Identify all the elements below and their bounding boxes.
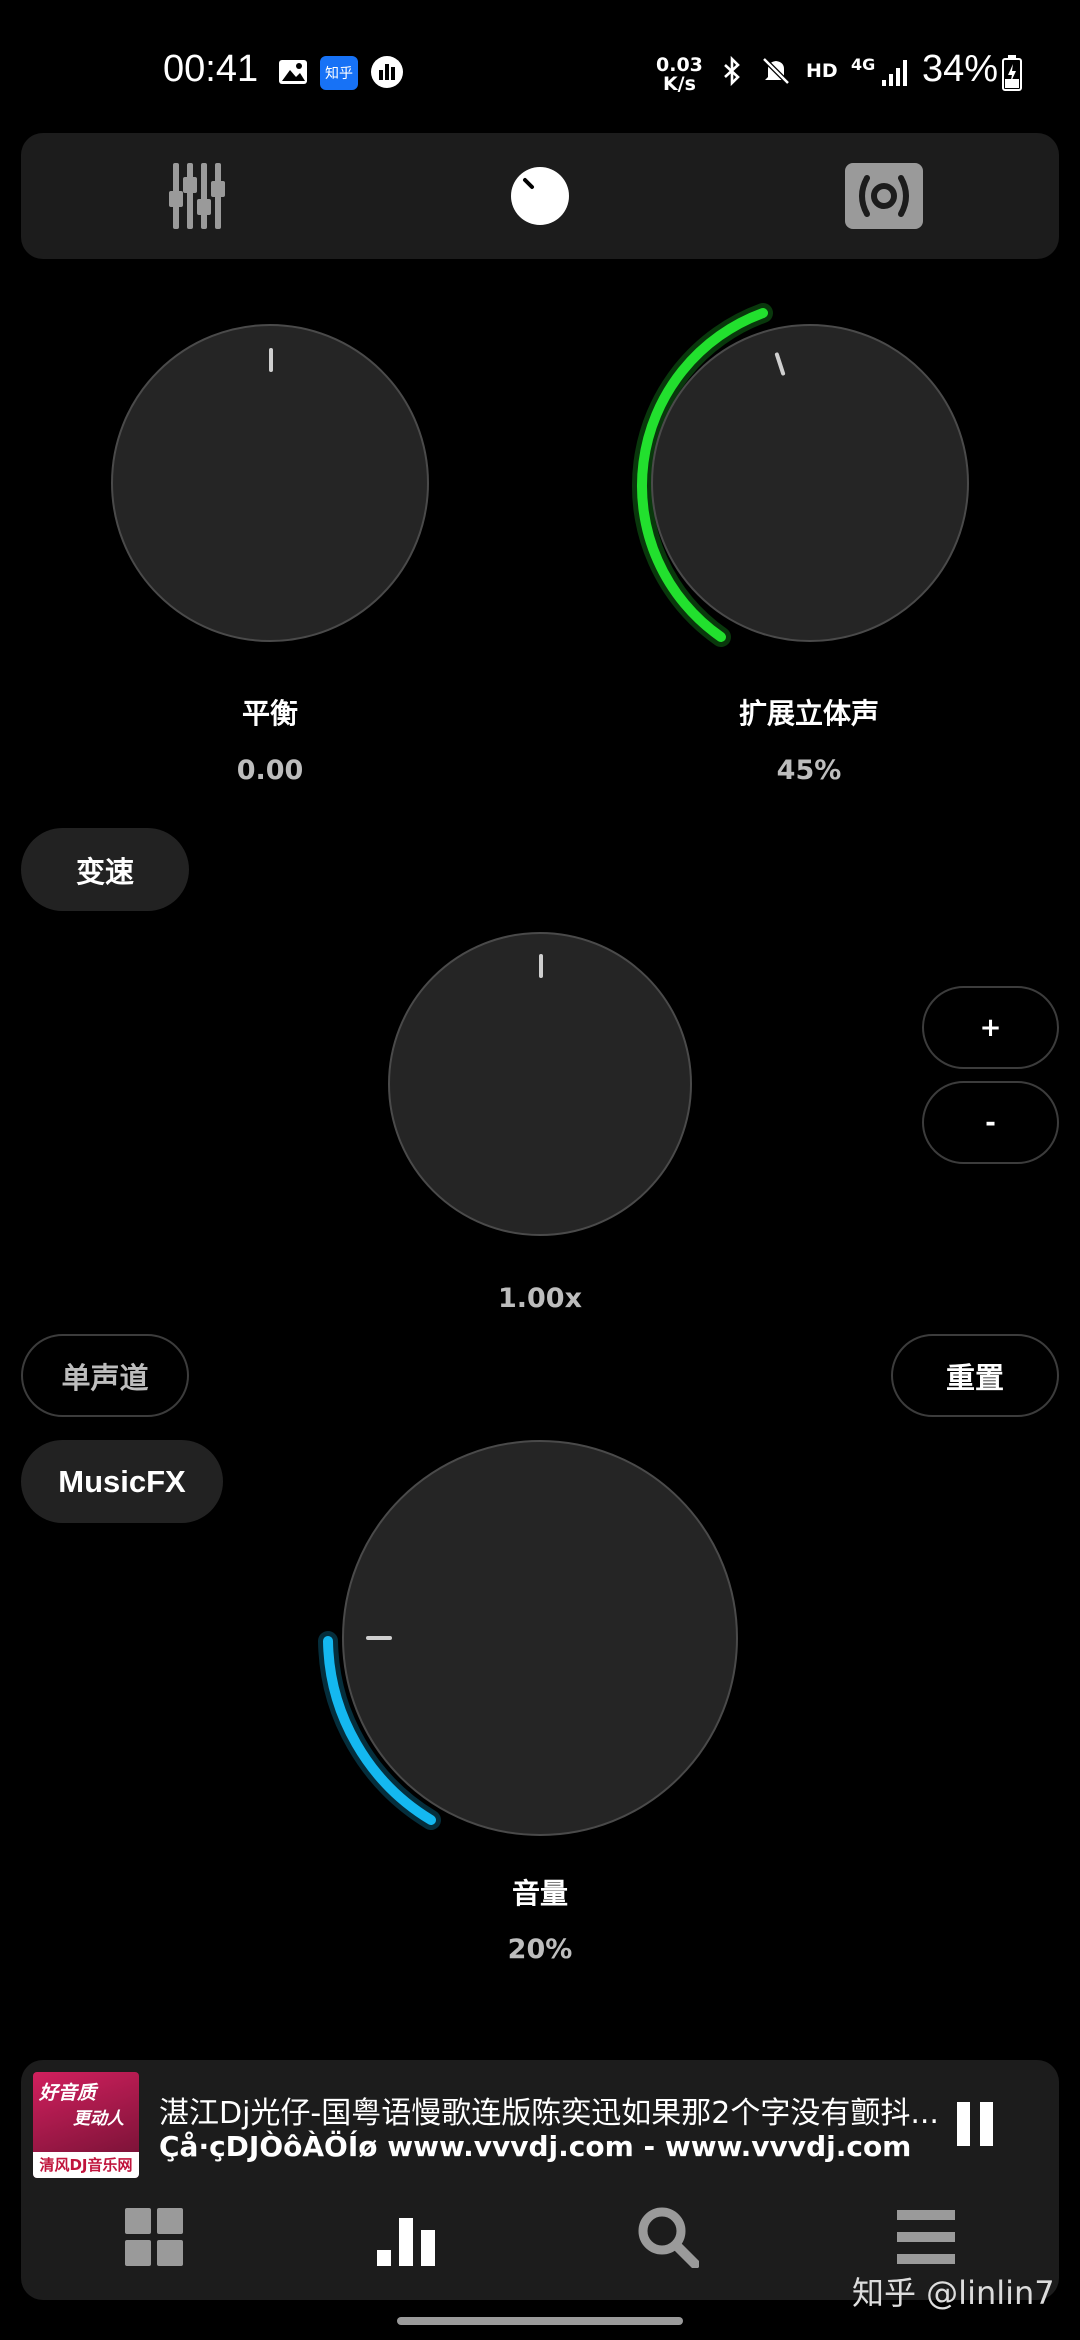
cover-text-mid: 更动人	[73, 2109, 124, 2129]
bars-chart-icon[interactable]	[377, 2206, 447, 2266]
hd-indicator: HD	[806, 60, 838, 82]
speed-value: 1.00x	[497, 1283, 583, 1314]
cover-text-bottom: 清风DJ音乐网	[33, 2152, 139, 2178]
menu-icon[interactable]	[897, 2210, 955, 2264]
mono-button[interactable]: 单声道	[21, 1334, 189, 1417]
image-icon	[279, 60, 307, 84]
status-time: 00:41	[163, 48, 259, 90]
reset-button[interactable]: 重置	[891, 1334, 1059, 1417]
now-playing-card: 好音质 更动人 清风DJ音乐网 湛江Dj光仔-国粤语慢歌连版陈奕迅如果那2个字没…	[21, 2060, 1059, 2300]
app-notification-icon	[371, 56, 403, 88]
bluetooth-icon	[724, 55, 740, 87]
volume-value: 20%	[507, 1934, 573, 1965]
balance-knob-indicator	[269, 348, 273, 372]
watermark: 知乎 @linlin7	[852, 2274, 1055, 2312]
stereo-label: 扩展立体声	[738, 697, 879, 730]
equalizer-sliders-icon	[169, 163, 225, 229]
signal-icon	[882, 60, 907, 86]
song-title[interactable]: 湛江Dj光仔-国粤语慢歌连版陈奕迅如果那2个字没有颤抖...	[159, 2088, 939, 2132]
pause-icon[interactable]	[955, 2102, 995, 2146]
song-artist[interactable]: Çå·çDJÒôÀÖÍø www.vvvdj.com - www.vvvdj.c…	[159, 2130, 939, 2163]
stereo-value: 45%	[776, 755, 842, 786]
equalizer-tab[interactable]	[77, 133, 317, 259]
speed-knob-indicator	[539, 954, 543, 978]
volume-knob-indicator	[366, 1636, 392, 1640]
knob-icon	[511, 167, 569, 225]
speaker-icon	[845, 163, 923, 229]
stereo-knob[interactable]	[651, 324, 969, 642]
cover-text-top: 好音质	[39, 2082, 97, 2104]
grid-icon[interactable]	[125, 2208, 183, 2266]
search-icon[interactable]	[637, 2206, 699, 2268]
balance-knob[interactable]	[111, 324, 429, 642]
speed-plus-button[interactable]: +	[922, 986, 1059, 1069]
battery-percent: 34%	[922, 48, 999, 90]
effects-tab[interactable]	[420, 133, 660, 259]
speed-minus-button[interactable]: -	[922, 1081, 1059, 1164]
speed-toggle-button[interactable]: 变速	[21, 828, 189, 911]
effects-tab-bar	[21, 133, 1059, 259]
net-speed-unit: K/s	[662, 73, 696, 95]
balance-label: 平衡	[241, 697, 298, 730]
speed-knob[interactable]	[388, 932, 692, 1236]
balance-value: 0.00	[236, 755, 304, 786]
musicfx-button[interactable]: MusicFX	[21, 1440, 223, 1523]
volume-label: 音量	[511, 1877, 568, 1910]
battery-icon	[1002, 55, 1022, 91]
surround-tab[interactable]	[764, 133, 1004, 259]
net-speed: 0.03 K/s	[656, 56, 703, 94]
home-indicator[interactable]	[397, 2317, 683, 2325]
zhihu-icon: 知乎	[320, 56, 358, 90]
stereo-knob-indicator	[774, 351, 786, 377]
volume-knob[interactable]	[342, 1440, 738, 1836]
album-cover[interactable]: 好音质 更动人 清风DJ音乐网	[33, 2072, 139, 2178]
network-type: 4G	[851, 55, 876, 74]
mute-icon	[762, 57, 790, 85]
